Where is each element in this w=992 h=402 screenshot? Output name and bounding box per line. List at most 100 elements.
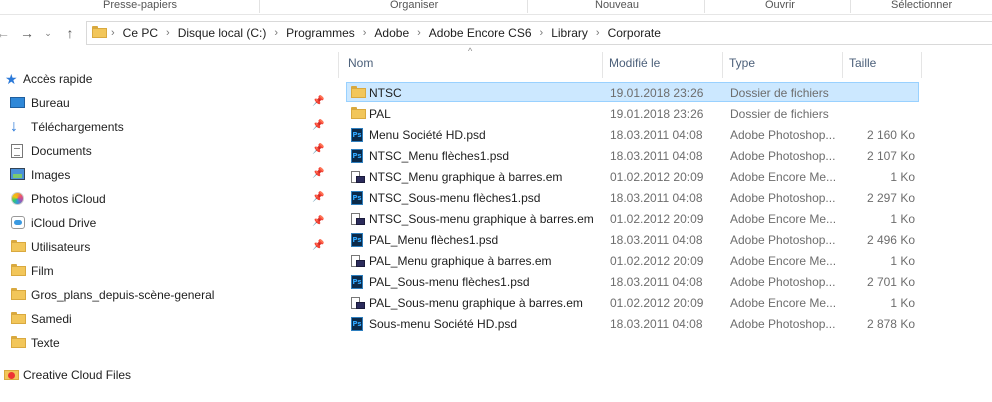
breadcrumb-item[interactable]: Ce PC (123, 26, 158, 40)
breadcrumb-item[interactable]: Disque local (C:) (178, 26, 267, 40)
column-header-modified[interactable]: Modifié le (609, 52, 719, 78)
chevron-right-icon[interactable]: › (111, 27, 115, 39)
photoshop-file-icon: Ps (351, 233, 363, 247)
sidebar-item-creative-cloud[interactable]: Creative Cloud Files (0, 364, 330, 386)
file-type: Adobe Photoshop... (730, 191, 836, 205)
sidebar-item-users[interactable]: Utilisateurs 📌 (0, 236, 330, 258)
file-type: Adobe Encore Me... (730, 212, 837, 226)
navigation-pane: ★ Accès rapide Bureau 📌 ↓ Téléchargement… (0, 64, 330, 402)
chevron-right-icon[interactable]: › (363, 27, 367, 39)
sidebar-item-documents[interactable]: Documents 📌 (0, 140, 330, 162)
file-list: ^ Nom Modifié le Type Taille NTSC 19.01.2… (331, 46, 992, 402)
breadcrumb-item[interactable]: Adobe Encore CS6 (429, 26, 532, 40)
sidebar-item-downloads[interactable]: ↓ Téléchargements 📌 (0, 116, 330, 138)
ribbon-group-clipboard: Presse-papiers (103, 0, 177, 11)
file-row[interactable]: NTSC_Menu graphique à barres.em 01.02.201… (346, 166, 919, 186)
sidebar-item-film[interactable]: Film (0, 260, 330, 282)
folder-icon (11, 312, 27, 326)
file-name: Sous-menu Société HD.psd (369, 317, 518, 331)
arrow-right-icon: → (20, 25, 34, 41)
breadcrumb-item[interactable]: Library (551, 26, 588, 40)
chevron-right-icon[interactable]: › (274, 27, 278, 39)
sidebar-item-icloud-photos[interactable]: Photos iCloud 📌 (0, 188, 330, 210)
column-header-name[interactable]: Nom (348, 52, 603, 78)
file-modified-date: 18.03.2011 04:08 (610, 275, 703, 289)
sidebar-item-label: Bureau (31, 96, 70, 110)
sidebar-item-icloud-drive[interactable]: iCloud Drive 📌 (0, 212, 330, 234)
file-row[interactable]: PAL_Sous-menu graphique à barres.em 01.02… (346, 292, 919, 312)
pin-icon[interactable]: 📌 (312, 192, 324, 203)
file-row[interactable]: Ps PAL_Sous-menu flèches1.psd 18.03.2011 0… (346, 271, 919, 291)
pin-icon[interactable]: 📌 (312, 216, 324, 227)
column-header-size[interactable]: Taille (849, 52, 919, 78)
column-divider[interactable] (921, 52, 922, 78)
file-row[interactable]: Ps NTSC_Menu flèches1.psd 18.03.2011 04:08… (346, 145, 919, 165)
column-divider[interactable] (602, 52, 603, 78)
back-button[interactable]: ← (0, 23, 12, 43)
file-name: NTSC_Menu graphique à barres.em (369, 170, 563, 184)
column-divider[interactable] (842, 52, 843, 78)
chevron-right-icon[interactable]: › (540, 27, 544, 39)
breadcrumb-item[interactable]: Corporate (608, 26, 661, 40)
file-size: 1 Ko (890, 212, 915, 226)
icloud-photos-icon (11, 192, 27, 206)
file-modified-date: 01.02.2012 20:09 (610, 170, 704, 184)
address-bar[interactable]: › Ce PC › Disque local (C:) › Programmes… (86, 21, 992, 45)
breadcrumb-item[interactable]: Programmes (286, 26, 355, 40)
arrow-left-icon: ← (0, 25, 10, 41)
sidebar-item-samedi[interactable]: Samedi (0, 308, 330, 330)
file-name: PAL_Sous-menu flèches1.psd (369, 275, 530, 289)
folder-icon (351, 107, 366, 119)
up-button[interactable]: ↑ (61, 23, 79, 43)
file-size: 1 Ko (890, 254, 915, 268)
chevron-right-icon[interactable]: › (596, 27, 600, 39)
forward-button[interactable]: → (18, 23, 36, 43)
pin-icon[interactable]: 📌 (312, 96, 324, 107)
file-row[interactable]: NTSC 19.01.2018 23:26 Dossier de fichiers (346, 82, 919, 102)
sidebar-item-gros-plans[interactable]: Gros_plans_depuis-scène-general (0, 284, 330, 306)
file-row[interactable]: NTSC_Sous-menu graphique à barres.em 01.0… (346, 208, 919, 228)
breadcrumb: › Ce PC › Disque local (C:) › Programmes… (111, 22, 661, 44)
file-row[interactable]: Ps PAL_Menu flèches1.psd 18.03.2011 04:08 A… (346, 229, 919, 249)
folder-icon (11, 336, 27, 350)
chevron-right-icon[interactable]: › (417, 27, 421, 39)
chevron-right-icon[interactable]: › (166, 27, 170, 39)
pin-icon[interactable]: 📌 (312, 144, 324, 155)
pin-icon[interactable]: 📌 (312, 120, 324, 131)
file-row[interactable]: PAL_Menu graphique à barres.em 01.02.2012… (346, 250, 919, 270)
icloud-drive-icon (11, 216, 27, 230)
file-row[interactable]: Ps Menu Société HD.psd 18.03.2011 04:08 Ado… (346, 124, 919, 144)
sidebar-item-texte[interactable]: Texte (0, 332, 330, 354)
sidebar-item-label: Images (31, 168, 71, 182)
pin-icon[interactable]: 📌 (312, 168, 324, 179)
file-row[interactable]: PAL 19.01.2018 23:26 Dossier de fichiers (346, 103, 919, 123)
file-name: PAL_Sous-menu graphique à barres.em (369, 296, 583, 310)
file-size: 1 Ko (890, 170, 915, 184)
column-header-type[interactable]: Type (729, 52, 839, 78)
file-modified-date: 19.01.2018 23:26 (610, 86, 704, 100)
sidebar-item-label: iCloud Drive (31, 216, 97, 230)
pin-icon[interactable]: 📌 (312, 240, 324, 251)
ribbon-separator (259, 0, 260, 13)
file-modified-date: 18.03.2011 04:08 (610, 149, 703, 163)
file-row[interactable]: Ps NTSC_Sous-menu flèches1.psd 18.03.2011 … (346, 187, 919, 207)
encore-file-icon (351, 212, 365, 226)
recent-locations-button[interactable]: ⌄ (39, 23, 57, 43)
sidebar-item-pictures[interactable]: Images 📌 (0, 164, 330, 186)
sidebar-item-label: Film (31, 264, 54, 278)
ribbon-separator (704, 0, 705, 13)
file-type: Adobe Photoshop... (730, 317, 836, 331)
arrow-up-icon: ↑ (66, 25, 74, 41)
encore-file-icon (351, 170, 365, 184)
file-name: PAL (369, 107, 391, 121)
sidebar-item-desktop[interactable]: Bureau 📌 (0, 92, 330, 114)
column-divider[interactable] (722, 52, 723, 78)
file-type: Dossier de fichiers (730, 86, 829, 100)
file-name: NTSC_Sous-menu graphique à barres.em (369, 212, 594, 226)
breadcrumb-item[interactable]: Adobe (374, 26, 409, 40)
file-row[interactable]: Ps Sous-menu Société HD.psd 18.03.2011 04:… (346, 313, 919, 333)
sidebar-item-quick-access[interactable]: ★ Accès rapide (0, 68, 330, 90)
ribbon-group-open: Ouvrir (765, 0, 795, 11)
folder-icon (351, 86, 366, 98)
photoshop-file-icon: Ps (351, 191, 363, 205)
